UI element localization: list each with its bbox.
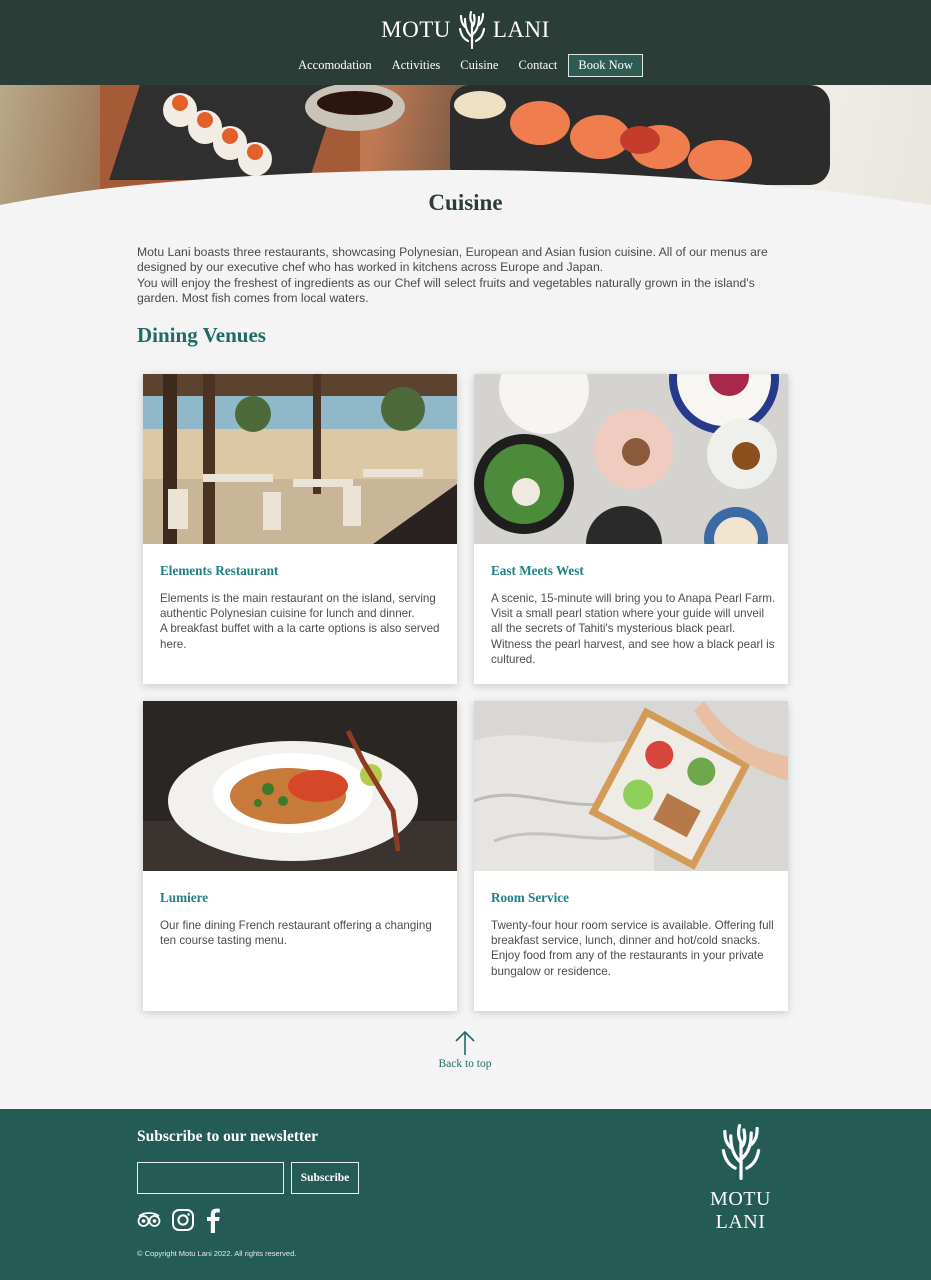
intro-paragraph-1: Motu Lani boasts three restaurants, show… bbox=[137, 245, 768, 275]
footer-logo-text: MOTU LANI bbox=[710, 1188, 771, 1233]
venue-card-east-meets-west[interactable]: East Meets West A scenic, 15-minute will… bbox=[474, 374, 788, 684]
nav-cuisine[interactable]: Cuisine bbox=[460, 58, 498, 73]
subscribe-button[interactable]: Subscribe bbox=[291, 1162, 359, 1194]
elements-restaurant-image bbox=[143, 374, 457, 544]
instagram-icon[interactable] bbox=[171, 1208, 195, 1237]
dining-venues-heading: Dining Venues bbox=[137, 323, 266, 347]
venue-description: Twenty-four hour room service is availab… bbox=[491, 919, 774, 978]
back-to-top-label: Back to top bbox=[438, 1058, 492, 1070]
venue-description: Our fine dining French restaurant offeri… bbox=[160, 919, 432, 948]
venue-title[interactable]: East Meets West bbox=[491, 563, 584, 579]
lumiere-image bbox=[143, 701, 457, 871]
site-logo[interactable]: MOTU LANI bbox=[0, 10, 931, 50]
venue-title[interactable]: Elements Restaurant bbox=[160, 563, 278, 579]
newsletter-heading: Subscribe to our newsletter bbox=[137, 1128, 318, 1145]
intro-paragraph-2: You will enjoy the freshest of ingredien… bbox=[137, 275, 755, 305]
venue-card-room-service[interactable]: Room Service Twenty-four hour room servi… bbox=[474, 701, 788, 1011]
logo-word-left: MOTU bbox=[381, 17, 451, 42]
back-to-top-link[interactable]: Back to top bbox=[415, 1030, 515, 1070]
main-nav: Accomodation Activities Cuisine Contact … bbox=[0, 54, 931, 77]
venue-card-lumiere[interactable]: Lumiere Our fine dining French restauran… bbox=[143, 701, 457, 1011]
venue-description: A scenic, 15-minute will bring you to An… bbox=[491, 592, 776, 666]
nav-activities[interactable]: Activities bbox=[392, 58, 441, 73]
site-footer: Subscribe to our newsletter Subscribe © … bbox=[0, 1109, 931, 1280]
site-header: MOTU LANI Accomodation Activities Cuisin… bbox=[0, 0, 931, 85]
footer-logo[interactable]: MOTU LANI bbox=[683, 1124, 798, 1234]
venue-title[interactable]: Room Service bbox=[491, 890, 569, 906]
page-title: Cuisine bbox=[428, 190, 503, 215]
logo-word-right: LANI bbox=[492, 17, 550, 42]
social-links bbox=[137, 1207, 221, 1238]
facebook-icon[interactable] bbox=[205, 1207, 221, 1238]
coral-logo-icon bbox=[458, 11, 485, 49]
intro-text: Motu Lani boasts three restaurants, show… bbox=[137, 245, 797, 306]
tripadvisor-icon[interactable] bbox=[137, 1211, 161, 1233]
nav-contact[interactable]: Contact bbox=[518, 58, 557, 73]
venue-title[interactable]: Lumiere bbox=[160, 890, 208, 906]
venue-description: Elements is the main restaurant on the i… bbox=[160, 592, 440, 651]
arrow-up-icon bbox=[455, 1030, 475, 1055]
venue-card-elements[interactable]: Elements Restaurant Elements is the main… bbox=[143, 374, 457, 684]
nav-accomodation[interactable]: Accomodation bbox=[298, 58, 372, 73]
copyright-text: © Copyright Motu Lani 2022. All rights r… bbox=[137, 1249, 297, 1258]
newsletter-email-input[interactable] bbox=[137, 1162, 284, 1194]
book-now-button[interactable]: Book Now bbox=[568, 54, 643, 77]
room-service-image bbox=[474, 701, 788, 871]
coral-logo-icon bbox=[721, 1124, 760, 1180]
east-meets-west-image bbox=[474, 374, 788, 544]
